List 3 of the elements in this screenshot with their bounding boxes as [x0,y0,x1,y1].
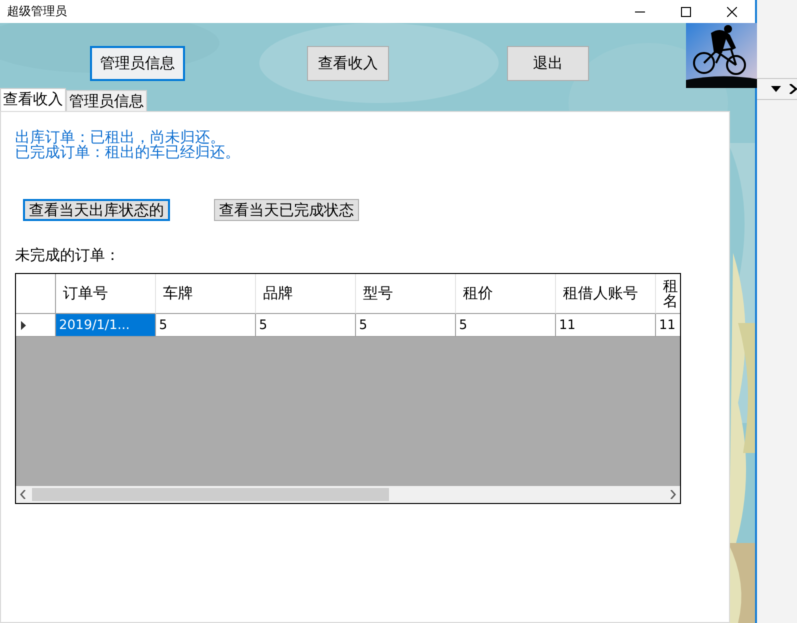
maximize-icon[interactable] [681,6,691,16]
window-title: 超级管理员 [7,3,68,20]
dropdown-icon[interactable] [771,86,781,92]
